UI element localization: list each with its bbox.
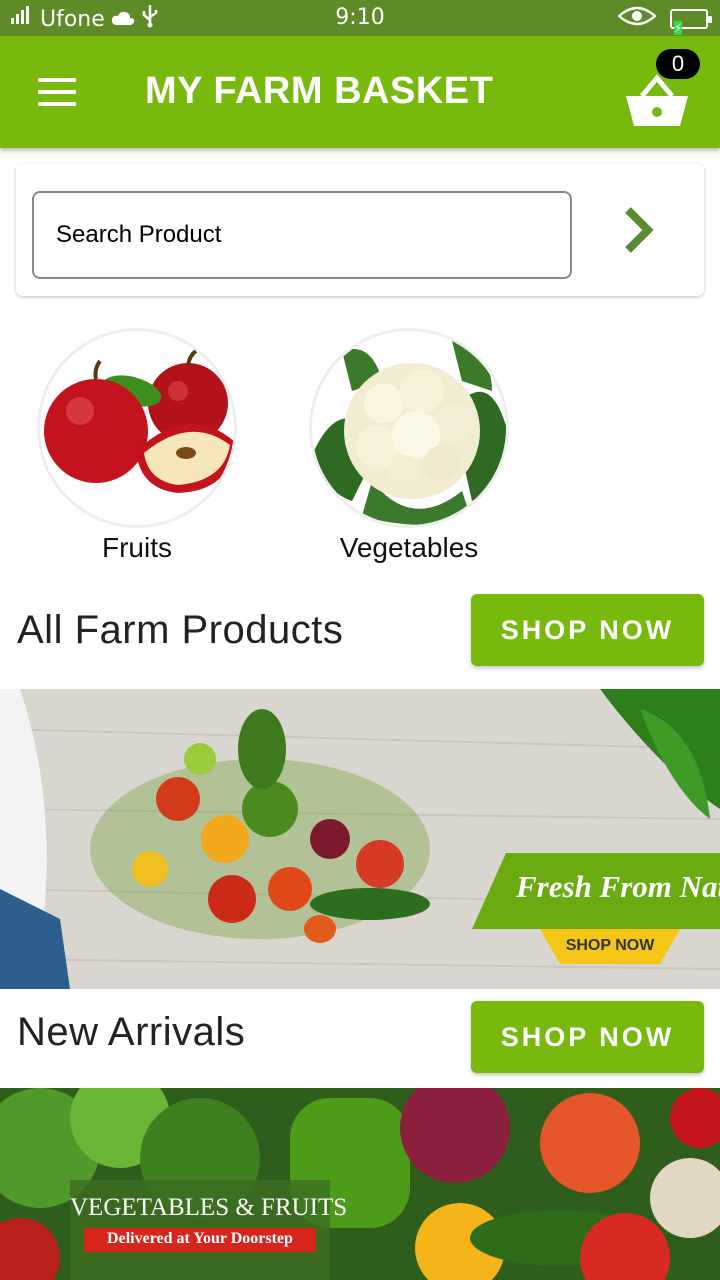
category-label: Vegetables (339, 532, 479, 563)
app-bar: MY FARM BASKET 0 (0, 36, 720, 148)
banner-cta: SHOP NOW (565, 937, 655, 954)
shop-new-arrivals-button[interactable]: SHOP NOW (471, 1001, 704, 1073)
cart-button[interactable]: 0 (622, 46, 712, 136)
shop-all-products-button[interactable]: SHOP NOW (471, 594, 704, 666)
apple-image (37, 328, 237, 528)
category-label: Fruits (102, 532, 172, 563)
banner-headline: VEGETABLES & FRUITS (70, 1194, 348, 1221)
chevron-right-icon (625, 207, 654, 253)
new-arrivals-title: New Arrivals (17, 1010, 246, 1054)
clock: 9:10 (335, 5, 385, 30)
menu-icon[interactable] (38, 78, 76, 106)
vegetables-fruits-banner[interactable]: VEGETABLES & FRUITS Delivered at Your Do… (0, 1088, 720, 1280)
cart-count-badge: 0 (656, 49, 700, 79)
search-card (16, 164, 704, 296)
status-bar: Ufone 9:10 ⚡ (0, 0, 720, 36)
all-products-title: All Farm Products (17, 608, 344, 652)
category-fruits[interactable]: Fruits (37, 328, 237, 564)
search-submit-button[interactable] (614, 202, 662, 258)
battery-icon: ⚡ (670, 9, 712, 35)
status-right: ⚡ (617, 6, 712, 35)
app-title: MY FARM BASKET (145, 70, 494, 112)
banner-headline: Fresh From Nature (516, 869, 720, 904)
cauliflower-image (309, 328, 509, 528)
basket-icon (626, 74, 688, 126)
search-input[interactable] (32, 191, 572, 279)
banner-tagline: Delivered at Your Doorstep (107, 1230, 293, 1247)
eye-icon (617, 6, 657, 32)
category-vegetables[interactable]: Vegetables (309, 328, 509, 564)
fresh-from-nature-banner[interactable]: Fresh From Nature SHOP NOW (0, 689, 720, 989)
